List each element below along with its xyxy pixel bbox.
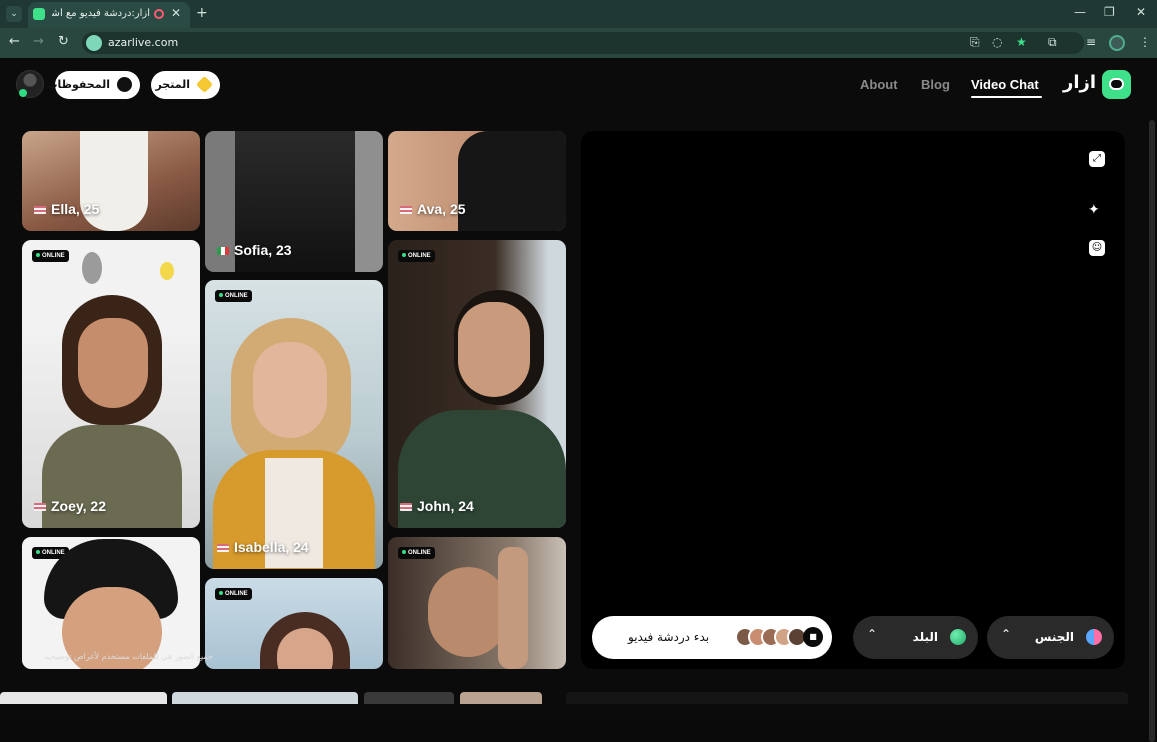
scrollbar[interactable] <box>1149 120 1155 742</box>
profile-name: Zoey, 22 <box>51 498 106 514</box>
gender-icon <box>1086 629 1102 645</box>
globe-icon <box>950 629 966 645</box>
minimize-icon[interactable]: — <box>1074 5 1086 19</box>
chevron-up-icon: ⌃ <box>867 627 878 641</box>
install-app-icon[interactable]: ⎘ <box>970 35 980 50</box>
browser-toolbar: ← → ↻ azarlive.com ⎘ ◌ ★ ⧉ ≡ ⋮ <box>0 28 1157 58</box>
site-info-icon[interactable] <box>86 35 102 51</box>
profile-name: Isabella, 24 <box>234 539 309 555</box>
profile-card[interactable]: Ella, 25 <box>22 131 200 231</box>
fullscreen-icon[interactable]: ⤢ <box>1089 151 1105 167</box>
it-flag-icon <box>217 247 229 256</box>
online-badge: ONLINE <box>398 250 435 262</box>
tab-title: أزار:دردشة فيديو مع أشخاص <box>52 8 150 19</box>
us-flag-icon <box>34 503 46 512</box>
profile-avatar-icon[interactable] <box>1109 35 1125 51</box>
profile-name: Sofia, 23 <box>234 242 292 258</box>
address-bar[interactable]: azarlive.com ⎘ ◌ ★ <box>82 32 1084 54</box>
bookmark-star-icon[interactable]: ★ <box>1016 35 1027 49</box>
profile-card[interactable]: ONLINE <box>22 537 200 669</box>
restore-icon[interactable]: ❐ <box>1104 5 1115 19</box>
tab-list-icon[interactable]: ⌄ <box>6 6 22 22</box>
media-control-icon[interactable]: ≡ <box>1086 35 1096 49</box>
us-flag-icon <box>217 544 229 553</box>
store-label: المتجر <box>155 78 190 91</box>
chevron-up-icon: ⌃ <box>1001 627 1012 641</box>
photo-disclaimer: جميع الصور هي للملفات مستخدم لأغراض توضي… <box>44 652 213 661</box>
face-effects-icon[interactable]: ☺ <box>1089 240 1105 256</box>
extensions-icon[interactable]: ⧉ <box>1048 35 1057 50</box>
profile-card[interactable]: Ava, 25 <box>388 131 566 231</box>
back-icon[interactable]: ← <box>9 34 20 49</box>
new-tab-button[interactable]: + <box>196 5 208 21</box>
nav-video-chat[interactable]: Video Chat <box>971 77 1039 92</box>
start-label: بدء دردشة فيديو <box>628 630 710 644</box>
site-favicon-icon <box>33 8 45 20</box>
url-text: azarlive.com <box>108 36 179 49</box>
diamond-icon <box>196 76 213 93</box>
profile-card[interactable]: Sofia, 23 <box>205 131 383 272</box>
camera-icon: ■ <box>803 627 823 647</box>
store-button[interactable]: المتجر <box>151 71 220 99</box>
nav-blog[interactable]: Blog <box>921 77 950 92</box>
page: المحفوظات المتجر About Blog Video Chat ا… <box>0 58 1157 742</box>
profile-card[interactable]: ONLINE John, 24 <box>388 240 566 528</box>
nav-about[interactable]: About <box>860 77 898 92</box>
profile-name: Ava, 25 <box>417 201 466 217</box>
us-flag-icon <box>400 206 412 215</box>
online-badge: ONLINE <box>32 250 69 262</box>
active-nav-indicator <box>971 96 1042 98</box>
country-selector[interactable]: ⌃ البلد <box>853 616 978 659</box>
profile-card[interactable]: ONLINE <box>205 578 383 669</box>
us-flag-icon <box>400 503 412 512</box>
forward-icon[interactable]: → <box>33 34 44 49</box>
browser-tab-bar: ⌄ أزار:دردشة فيديو مع أشخاص ✕ + — ❐ ✕ <box>0 0 1157 28</box>
country-label: البلد <box>912 630 938 644</box>
gender-selector[interactable]: ⌃ الجنس <box>987 616 1114 659</box>
online-badge: ONLINE <box>398 547 435 559</box>
online-dot-icon <box>19 89 27 97</box>
us-flag-icon <box>34 206 46 215</box>
profile-card[interactable]: ONLINE Isabella, 24 <box>205 280 383 569</box>
reload-icon[interactable]: ↻ <box>58 34 69 49</box>
menu-kebab-icon[interactable]: ⋮ <box>1139 35 1151 49</box>
profile-name: Ella, 25 <box>51 201 100 217</box>
logo-text[interactable]: ازار <box>1063 72 1096 93</box>
start-video-chat-button[interactable]: بدء دردشة فيديو ■ <box>592 616 832 659</box>
close-window-icon[interactable]: ✕ <box>1136 5 1146 19</box>
profile-card[interactable]: ONLINE Zoey, 22 <box>22 240 200 528</box>
clock-icon <box>117 77 132 92</box>
profile-name: John, 24 <box>417 498 474 514</box>
online-badge: ONLINE <box>215 588 252 600</box>
magic-wand-icon[interactable]: ✦ <box>1088 202 1100 218</box>
browser-tab[interactable]: أزار:دردشة فيديو مع أشخاص ✕ <box>28 2 190 28</box>
saved-label: المحفوظات <box>46 78 110 91</box>
profile-card[interactable]: ONLINE <box>388 537 566 669</box>
saved-button[interactable]: المحفوظات <box>46 71 140 99</box>
gender-label: الجنس <box>1034 630 1074 644</box>
close-tab-icon[interactable]: ✕ <box>171 6 181 20</box>
eye-off-icon[interactable]: ◌ <box>992 35 1002 49</box>
recording-icon <box>154 9 164 19</box>
online-badge: ONLINE <box>215 290 252 302</box>
user-avatar[interactable] <box>16 70 44 98</box>
video-chat-panel: ⤢ ✦ ☺ <box>581 131 1125 669</box>
azar-logo-icon[interactable] <box>1102 70 1131 99</box>
